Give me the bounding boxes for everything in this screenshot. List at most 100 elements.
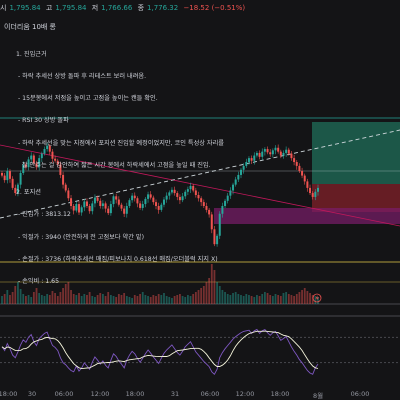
candle-body: [279, 151, 282, 156]
volume-bar: [186, 295, 189, 304]
volume-bar: [269, 295, 272, 304]
volume-bar: [123, 293, 126, 304]
volume-bar: [83, 294, 86, 304]
volume-bar: [56, 296, 59, 304]
volume-bar: [48, 295, 51, 304]
x-tick-label: 8월: [312, 392, 324, 400]
candle-body: [295, 162, 298, 166]
volume-bar: [11, 292, 14, 304]
candle-body: [253, 155, 256, 161]
volume-bar: [120, 295, 123, 304]
volume-bar: [306, 291, 309, 304]
volume-bar: [314, 296, 317, 304]
volume-bar: [245, 294, 248, 304]
volume-bar: [9, 295, 11, 304]
candle-body: [234, 179, 237, 185]
volume-bar: [157, 294, 160, 304]
volume-bar: [309, 293, 311, 304]
x-tick-label: 30: [27, 390, 37, 398]
candle-body: [261, 151, 264, 157]
note-line: - RSI 30 상방 돌파: [16, 117, 69, 125]
candle-body: [285, 149, 288, 153]
volume-bar: [224, 292, 226, 304]
volume-bar: [80, 296, 83, 304]
candle-body: [229, 190, 232, 196]
candle-body: [309, 187, 312, 194]
note-line: 1. 진입근거: [16, 50, 47, 58]
candle-body: [271, 150, 274, 155]
note-line: - 익절가 : 3940 (안전하게 전 고점보다 약간 밑): [16, 233, 144, 241]
volume-bar: [285, 292, 288, 304]
order-block-zone: [214, 208, 400, 224]
candle-body: [306, 181, 309, 188]
volume-bar: [165, 296, 168, 304]
candle-body: [290, 153, 293, 159]
volume-bar: [192, 294, 195, 304]
candle-body: [314, 191, 317, 197]
volume-bar: [179, 294, 181, 304]
candle-body: [226, 195, 229, 201]
volume-bar: [258, 296, 261, 304]
volume-bar: [266, 293, 269, 304]
volume-bar: [256, 295, 258, 304]
volume-bar: [184, 297, 187, 304]
candle-body: [239, 169, 242, 175]
volume-bar: [131, 298, 134, 304]
candle-body: [282, 152, 285, 156]
volume-bar: [279, 296, 282, 304]
candle-body: [6, 171, 9, 181]
rsi-line: [1, 328, 319, 376]
volume-bar: [176, 295, 179, 304]
volume-bar: [147, 296, 149, 304]
volume-bar: [229, 295, 232, 304]
volume-bar: [22, 294, 25, 304]
candle-body: [255, 152, 258, 156]
volume-bar: [109, 295, 112, 304]
candle-body: [301, 171, 304, 176]
candle-body: [277, 147, 280, 152]
volume-bar: [240, 295, 242, 304]
volume-bar: [171, 298, 173, 304]
volume-bar: [27, 295, 30, 304]
volume-bar: [194, 292, 197, 304]
x-tick-label: 06:00: [54, 390, 74, 398]
candle-body: [311, 193, 314, 197]
candle-body: [247, 158, 250, 162]
volume-bar: [102, 294, 104, 304]
candle-body: [1, 173, 3, 176]
candle-body: [250, 158, 253, 161]
candle-body: [3, 175, 6, 181]
volume-bar: [144, 295, 147, 304]
volume-bar: [232, 293, 234, 304]
candle-body: [303, 175, 306, 182]
note-line: - 하락 추세선 상방 돌파 후 리테스트 보러 내려옴.: [16, 73, 147, 81]
volume-bar: [298, 292, 301, 304]
candle-body: [266, 149, 269, 153]
candle-body: [298, 165, 301, 172]
volume-bar: [136, 296, 139, 304]
volume-bar: [181, 296, 184, 304]
lightning-icon: [312, 293, 322, 303]
volume-bar: [96, 295, 99, 304]
x-tick-label: 12:00: [235, 390, 255, 398]
volume-bar: [287, 294, 290, 304]
x-tick-label: 12:00: [90, 390, 110, 398]
candle-body: [317, 187, 319, 192]
volume-bar: [38, 293, 41, 304]
volume-bar: [107, 292, 110, 304]
volume-bar: [250, 296, 253, 304]
volume-bar: [242, 296, 245, 304]
volume-bar: [133, 295, 136, 304]
volume-bar: [290, 295, 293, 304]
candle-body: [263, 149, 266, 152]
volume-bar: [91, 296, 94, 304]
note-line: - 진입가 : 3813.12: [16, 211, 71, 219]
volume-bar: [139, 294, 141, 304]
candle-body: [11, 178, 14, 188]
volume-bar: [112, 296, 115, 304]
volume-bar: [32, 292, 35, 304]
candle-body: [237, 174, 240, 180]
volume-bar: [168, 297, 171, 304]
volume-bar: [43, 296, 46, 304]
volume-bar: [237, 294, 240, 304]
